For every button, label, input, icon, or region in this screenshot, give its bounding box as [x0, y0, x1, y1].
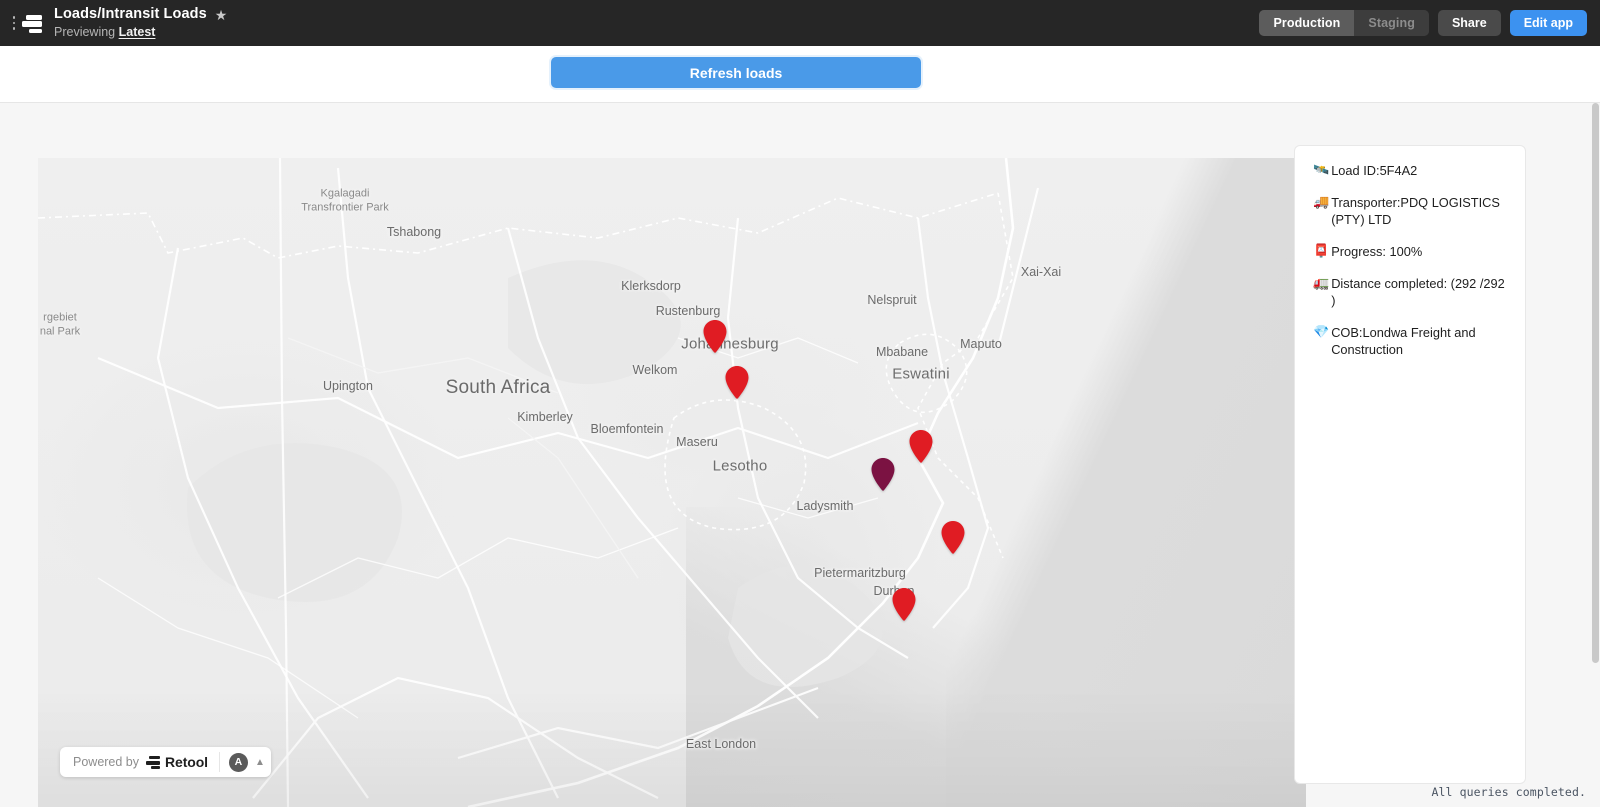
avatar[interactable]: A [229, 753, 248, 772]
app-canvas: rgebiet nal ParkKgalagadi Transfrontier … [0, 103, 1600, 807]
retool-brand-name: Retool [165, 754, 208, 770]
gem-icon: 💎 [1313, 324, 1329, 341]
info-distance-text: Distance completed: (292 /292 ) [1331, 275, 1507, 309]
retool-brand: Retool [146, 754, 208, 770]
powered-by-retool-badge[interactable]: Powered by Retool A ▲ [60, 747, 271, 777]
pin-ermelo[interactable] [909, 430, 933, 463]
title-block: Loads/Intransit Loads ★ Previewing Lates… [54, 6, 227, 39]
info-transporter-text: Transporter:PDQ LOGISTICS (PTY) LTD [1331, 194, 1507, 228]
pin-johannesburg[interactable] [725, 366, 749, 399]
share-button[interactable]: Share [1438, 10, 1501, 36]
refresh-loads-button[interactable]: Refresh loads [551, 57, 921, 88]
top-bar-left: Loads/Intransit Loads ★ Previewing Lates… [0, 6, 227, 39]
info-progress-text: Progress: 100% [1331, 243, 1507, 260]
pin-durban[interactable] [892, 588, 916, 621]
truck-icon: 🚚 [1313, 194, 1329, 211]
info-cob-text: COB:Londwa Freight and Construction [1331, 324, 1507, 358]
star-icon[interactable]: ★ [215, 8, 228, 22]
env-staging-button[interactable]: Staging [1354, 10, 1429, 36]
info-load-id: 🛰️Load ID:5F4A2 [1313, 162, 1507, 179]
chevron-up-icon[interactable]: ▲ [255, 757, 265, 768]
edit-app-button[interactable]: Edit app [1510, 10, 1587, 36]
retool-logo-icon-small [146, 755, 160, 770]
preview-version-link[interactable]: Latest [119, 25, 156, 39]
environment-switcher[interactable]: Production Staging [1259, 10, 1429, 36]
action-band: Refresh loads [0, 46, 1600, 103]
page-scrollbar-thumb[interactable] [1592, 103, 1599, 663]
page-title: Loads/Intransit Loads [54, 6, 207, 23]
powered-by-label: Powered by [73, 755, 139, 769]
pin-rustenburg[interactable] [703, 320, 727, 353]
load-details-panel: 🛰️Load ID:5F4A2🚚Transporter:PDQ LOGISTIC… [1294, 145, 1526, 784]
map-vector-layer [38, 158, 1306, 807]
info-load-id-text: Load ID:5F4A2 [1331, 162, 1507, 179]
postbox-icon: 📮 [1313, 243, 1329, 260]
title-row: Loads/Intransit Loads ★ [54, 6, 227, 23]
query-status-text: All queries completed. [1431, 785, 1586, 799]
map-widget[interactable]: rgebiet nal ParkKgalagadi Transfrontier … [38, 158, 1306, 807]
top-bar-right: Production Staging Share Edit app [1259, 10, 1600, 36]
info-transporter: 🚚Transporter:PDQ LOGISTICS (PTY) LTD [1313, 194, 1507, 228]
preview-prefix-label: Previewing [54, 25, 115, 39]
load-details-list: 🛰️Load ID:5F4A2🚚Transporter:PDQ LOGISTIC… [1313, 162, 1507, 358]
kebab-menu-icon[interactable] [9, 10, 19, 36]
info-cob: 💎COB:Londwa Freight and Construction [1313, 324, 1507, 358]
info-progress: 📮Progress: 100% [1313, 243, 1507, 260]
lorry-icon: 🚛 [1313, 275, 1329, 292]
page-scrollbar[interactable] [1591, 103, 1600, 807]
env-production-button[interactable]: Production [1259, 10, 1354, 36]
satellite-icon: 🛰️ [1313, 162, 1329, 179]
pin-newcastle[interactable] [871, 458, 895, 491]
retool-logo-icon[interactable] [21, 12, 42, 34]
preview-status: Previewing Latest [54, 25, 227, 39]
top-bar: Loads/Intransit Loads ★ Previewing Lates… [0, 0, 1600, 46]
info-distance: 🚛Distance completed: (292 /292 ) [1313, 275, 1507, 309]
badge-divider [219, 752, 220, 772]
pin-richards-bay[interactable] [941, 521, 965, 554]
